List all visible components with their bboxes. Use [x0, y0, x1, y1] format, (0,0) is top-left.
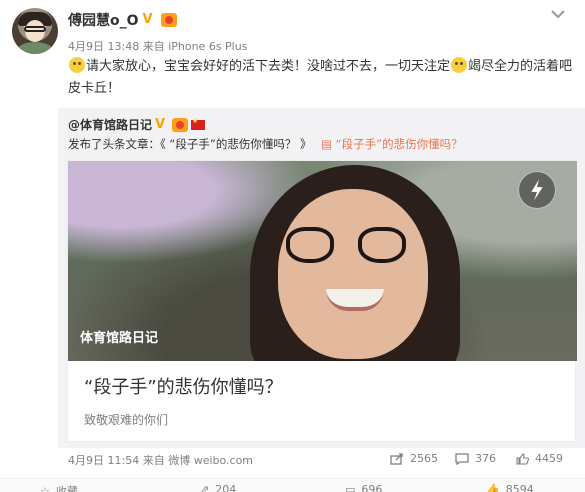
collect-button[interactable]: ☆ 收藏 — [40, 483, 78, 492]
repost-author-row: @体育馆路日记 V — [68, 116, 206, 133]
cat-emoji-icon — [69, 57, 85, 73]
post-meta: 4月9日 13:48 来自 iPhone 6s Plus — [68, 38, 247, 54]
comment-count: 696 — [361, 483, 383, 492]
cat-emoji-icon — [451, 57, 468, 73]
article-subtitle: 致敬艰难的你们 — [84, 413, 169, 427]
post-timestamp[interactable]: 4月9日 13:48 — [68, 40, 139, 53]
lightning-icon — [518, 171, 556, 209]
collect-label: 收藏 — [55, 485, 78, 492]
repost-share-stat[interactable]: 2565 — [390, 452, 438, 465]
image-caption: 体育馆路日记 — [80, 331, 159, 346]
comment-count: 376 — [475, 452, 496, 465]
repost-count: 204 — [215, 483, 237, 492]
weibo-post-card: 傅园慧o_O V 4月9日 13:48 来自 iPhone 6s Plus 请大… — [0, 0, 585, 492]
repost-like-stat[interactable]: 4459 — [516, 452, 563, 465]
comment-button[interactable]: ▭ 696 — [345, 483, 382, 492]
post-action-bar: ☆ 收藏 ⇗ 204 ▭ 696 👍 8594 — [0, 478, 585, 492]
verified-icon: V — [155, 116, 166, 132]
published-text: 发布了头条文章：《 “段子手”的悲伤你懂吗？ 》 — [68, 137, 312, 151]
article-link[interactable]: ▤ “段子手”的悲伤你懂吗？ — [321, 137, 462, 151]
post-text: 请大家放心，宝宝会好好的活下去类！没啥过不去，一切天注定 竭尽全力的活着吧皮卡丘！ — [68, 56, 578, 100]
verified-icon: V — [142, 12, 153, 27]
vip-medal-icon[interactable] — [160, 13, 177, 27]
vip-medal-icon — [172, 117, 189, 132]
post-text-part1: 请大家放心，宝宝会好好的活下去类！没啥过不去，一切天注定 — [86, 59, 451, 74]
like-button[interactable]: 👍 8594 — [486, 483, 534, 492]
share-count: 2565 — [410, 452, 438, 465]
thumbs-up-icon: 👍 — [486, 483, 500, 492]
author-name-row: 傅园慧o_O V — [68, 10, 177, 30]
repost-comment-stat[interactable]: 376 — [455, 452, 496, 465]
like-count: 4459 — [535, 452, 563, 465]
repost-published-line: 发布了头条文章：《 “段子手”的悲伤你懂吗？ 》 ▤ “段子手”的悲伤你懂吗？ — [68, 136, 463, 152]
repost-footer: 4月9日 11:54 来自 微博 weibo.com 2565 376 4459 — [68, 452, 578, 468]
share-icon — [390, 452, 403, 465]
star-icon: ☆ — [40, 484, 50, 492]
author-name[interactable]: 傅园慧o_O — [68, 10, 139, 30]
repost-button[interactable]: ⇗ 204 — [200, 483, 236, 492]
comment-icon: ▭ — [345, 483, 356, 492]
repost-box: @体育馆路日记 V 发布了头条文章：《 “段子手”的悲伤你懂吗？ 》 ▤ “段子… — [58, 108, 585, 448]
repost-source: 来自 微博 weibo.com — [142, 454, 254, 467]
chevron-down-icon[interactable] — [548, 6, 568, 22]
author-avatar[interactable] — [12, 8, 58, 54]
like-count: 8594 — [505, 483, 534, 492]
comment-icon — [455, 452, 469, 465]
article-title[interactable]: “段子手”的悲伤你懂吗？ — [84, 373, 283, 399]
repost-timestamp[interactable]: 4月9日 11:54 — [68, 454, 139, 467]
article-link-icon: ▤ — [321, 137, 333, 151]
article-cover-image[interactable]: 体育馆路日记 — [68, 161, 577, 361]
thumbs-up-icon — [516, 452, 529, 465]
article-link-text[interactable]: “段子手”的悲伤你懂吗？ — [336, 137, 463, 151]
article-card[interactable]: 体育馆路日记 “段子手”的悲伤你懂吗？ 致敬艰难的你们 — [67, 160, 577, 442]
flag-icon — [191, 117, 206, 130]
repost-author[interactable]: @体育馆路日记 — [68, 116, 152, 133]
share-icon: ⇗ — [200, 483, 210, 492]
post-source: 来自 iPhone 6s Plus — [142, 40, 248, 53]
